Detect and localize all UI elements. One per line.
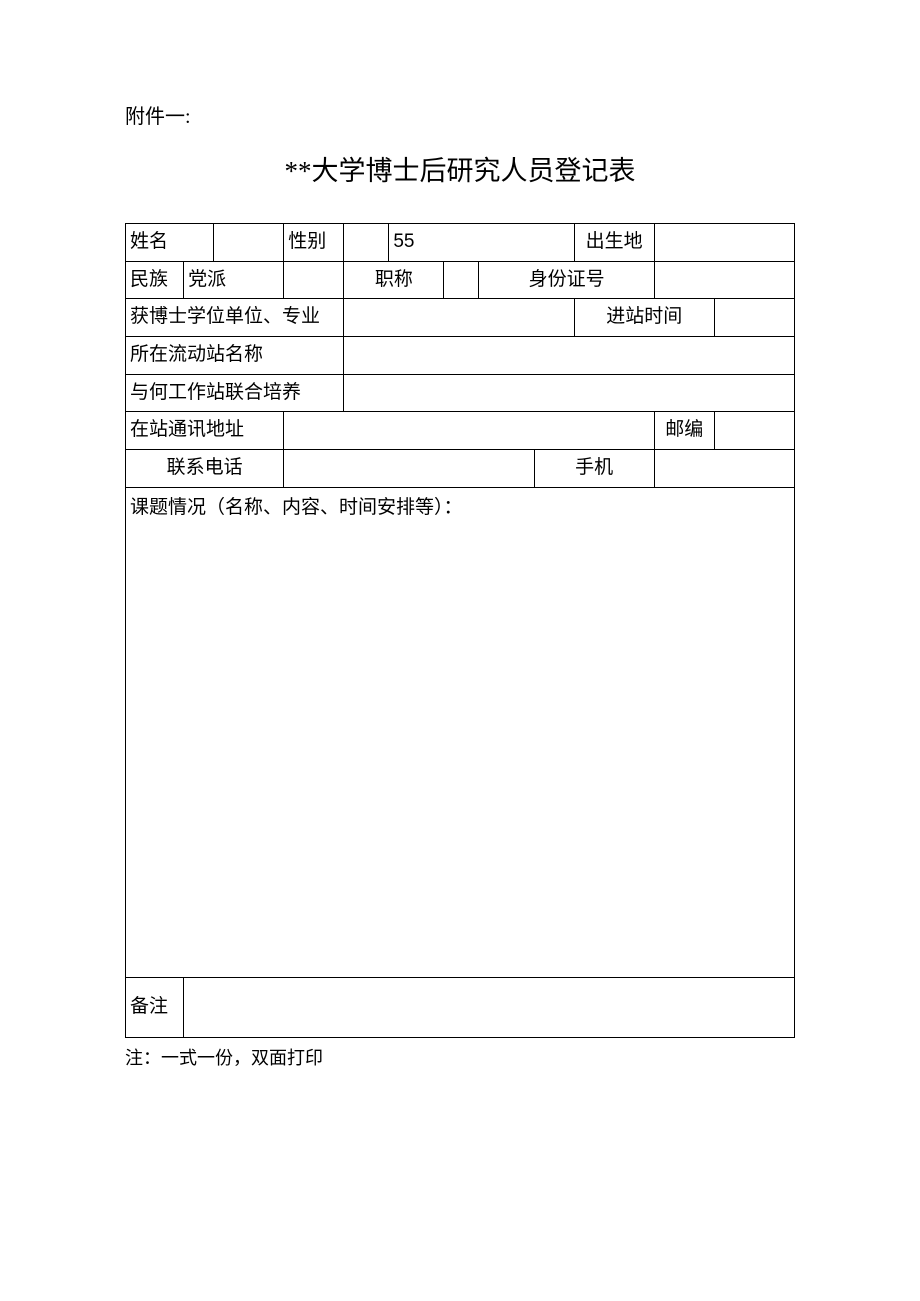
label-mobile: 手机 <box>534 450 654 488</box>
registration-form-table: 姓名 性别 55 出生地 民族 党派 职称 身份证号 获博士学位单位、专业 进站… <box>125 223 795 1038</box>
value-party[interactable] <box>284 261 344 299</box>
label-station-name: 所在流动站名称 <box>126 337 344 375</box>
label-birthplace: 出生地 <box>574 224 654 262</box>
value-mobile[interactable] <box>654 450 794 488</box>
label-party: 党派 <box>184 261 284 299</box>
value-address[interactable] <box>284 412 655 450</box>
value-station-name[interactable] <box>344 337 795 375</box>
row-ethnicity: 民族 党派 职称 身份证号 <box>126 261 795 299</box>
value-joint-station[interactable] <box>344 374 795 412</box>
row-name: 姓名 性别 55 出生地 <box>126 224 795 262</box>
value-gender[interactable] <box>344 224 389 262</box>
value-id-number[interactable] <box>654 261 794 299</box>
topic-cell[interactable]: 课题情况（名称、内容、时间安排等）： <box>126 487 795 977</box>
page-container: 附件一: **大学博士后研究人员登记表 姓名 性别 55 出生地 <box>0 0 920 1070</box>
label-gender: 性别 <box>284 224 344 262</box>
row-topic: 课题情况（名称、内容、时间安排等）： <box>126 487 795 977</box>
value-birthplace[interactable] <box>654 224 794 262</box>
label-title-rank: 职称 <box>344 261 444 299</box>
value-postcode[interactable] <box>714 412 794 450</box>
row-degree: 获博士学位单位、专业 进站时间 <box>126 299 795 337</box>
label-ethnicity: 民族 <box>126 261 184 299</box>
footer-note: 注：一式一份，双面打印 <box>125 1044 795 1070</box>
label-address: 在站通讯地址 <box>126 412 284 450</box>
row-station: 所在流动站名称 <box>126 337 795 375</box>
label-phone: 联系电话 <box>126 450 284 488</box>
label-topic: 课题情况（名称、内容、时间安排等）： <box>130 497 463 518</box>
label-name: 姓名 <box>126 224 214 262</box>
row-phone: 联系电话 手机 <box>126 450 795 488</box>
label-entry-time: 进站时间 <box>574 299 714 337</box>
document-title: **大学博士后研究人员登记表 <box>125 149 795 188</box>
label-id-number: 身份证号 <box>479 261 654 299</box>
value-name[interactable] <box>214 224 284 262</box>
value-title-rank[interactable] <box>444 261 479 299</box>
row-remark: 备注 <box>126 977 795 1037</box>
row-address: 在站通讯地址 邮编 <box>126 412 795 450</box>
label-degree-unit: 获博士学位单位、专业 <box>126 299 344 337</box>
value-entry-time[interactable] <box>714 299 794 337</box>
row-joint: 与何工作站联合培养 <box>126 374 795 412</box>
label-remark: 备注 <box>126 977 184 1037</box>
value-number55: 55 <box>389 224 574 262</box>
value-remark[interactable] <box>184 977 795 1037</box>
value-phone[interactable] <box>284 450 534 488</box>
label-joint-station: 与何工作站联合培养 <box>126 374 344 412</box>
attachment-label: 附件一: <box>125 100 795 129</box>
value-degree-unit[interactable] <box>344 299 574 337</box>
label-postcode: 邮编 <box>654 412 714 450</box>
